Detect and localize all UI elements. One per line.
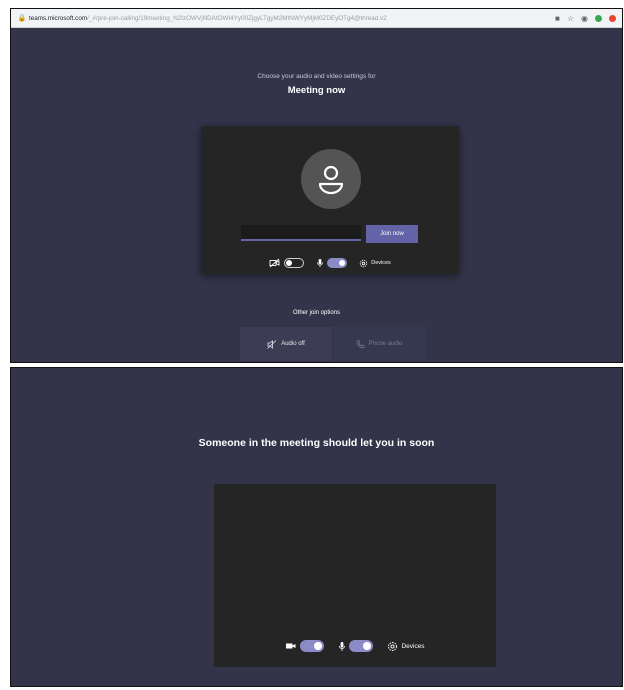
- person-icon: [318, 165, 344, 195]
- browser-address-bar[interactable]: 🔒 teams.microsoft.com/_#/pre-join-callin…: [11, 9, 622, 28]
- camera-toggle-knob: [286, 260, 293, 266]
- camera-control: [269, 258, 305, 268]
- star-icon[interactable]: ☆: [567, 14, 574, 23]
- url-host: teams.microsoft.com: [29, 14, 88, 22]
- audio-off-option[interactable]: Audio off: [240, 327, 332, 361]
- lobby-waiting-screen: Someone in the meeting should let you in…: [10, 367, 623, 687]
- name-input[interactable]: [241, 225, 361, 241]
- mic-toggle[interactable]: [327, 258, 348, 268]
- meeting-title: Meeting now: [287, 85, 346, 96]
- green-extension-icon[interactable]: [595, 14, 602, 22]
- camera-toggle[interactable]: [284, 258, 305, 268]
- url-text[interactable]: teams.microsoft.com/_#/pre-join-calling/…: [29, 15, 555, 22]
- microphone-icon: [339, 641, 346, 651]
- lobby-mic-toggle[interactable]: [349, 640, 374, 652]
- join-now-button[interactable]: Join now: [366, 225, 418, 243]
- phone-audio-option[interactable]: Phone audio: [333, 327, 425, 361]
- devices-label: Devices: [371, 260, 391, 266]
- extension-icon[interactable]: ◉: [581, 14, 588, 23]
- video-preview: Devices: [214, 484, 496, 667]
- mic-control: [316, 258, 348, 268]
- device-controls: Devices: [201, 256, 459, 270]
- camera-extension-icon[interactable]: ■: [555, 14, 560, 23]
- speaker-off-icon: [267, 339, 277, 349]
- lock-icon: 🔒: [17, 15, 27, 22]
- gear-icon: [360, 259, 368, 267]
- phone-audio-label: Phone audio: [368, 341, 403, 347]
- lobby-devices-button[interactable]: Devices: [387, 641, 425, 652]
- microphone-icon: [317, 259, 324, 267]
- audio-off-label: Audio off: [281, 341, 305, 347]
- red-extension-icon[interactable]: [609, 14, 616, 22]
- lobby-mic-toggle-knob: [363, 642, 372, 650]
- lobby-camera-toggle-knob: [314, 642, 323, 650]
- url-path: /_#/pre-join-calling/19meeting_N2IzOWVjN…: [87, 14, 387, 22]
- gear-icon: [388, 641, 398, 651]
- lobby-camera-toggle[interactable]: [300, 640, 325, 652]
- camera-icon: [286, 643, 296, 649]
- prejoin-card: Join now Devices: [201, 126, 459, 274]
- lobby-device-controls: Devices: [214, 637, 496, 655]
- phone-icon: [356, 340, 364, 348]
- camera-off-icon: [269, 258, 280, 268]
- avatar: [301, 149, 361, 209]
- lobby-camera-control: [285, 640, 325, 652]
- lobby-mic-control: [338, 640, 374, 652]
- mic-toggle-knob: [339, 260, 346, 266]
- devices-button[interactable]: Devices: [359, 259, 391, 268]
- prejoin-subtitle: Choose your audio and video settings for: [257, 73, 376, 80]
- other-join-options-label: Other join options: [292, 310, 341, 316]
- waiting-message: Someone in the meeting should let you in…: [198, 437, 435, 449]
- lobby-devices-label: Devices: [401, 642, 425, 650]
- prejoin-screen: 🔒 teams.microsoft.com/_#/pre-join-callin…: [10, 8, 623, 363]
- browser-extensions: ■ ☆ ◉: [555, 14, 616, 23]
